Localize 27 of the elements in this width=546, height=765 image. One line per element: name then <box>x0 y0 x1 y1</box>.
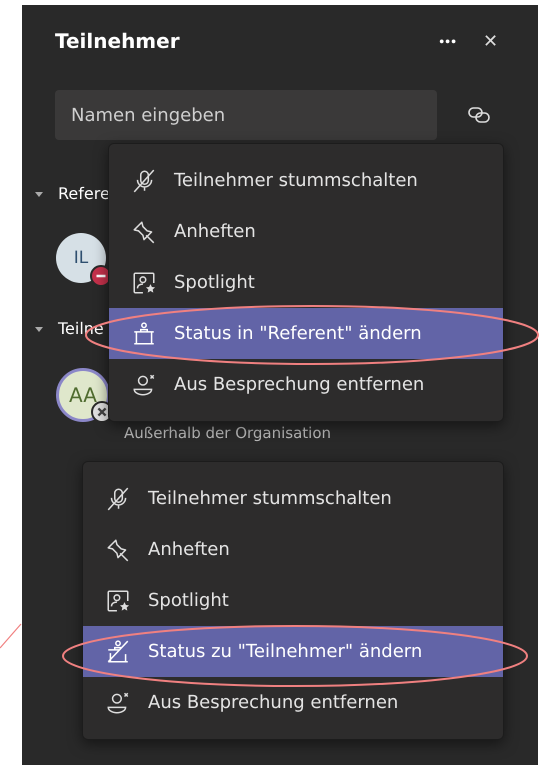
panel-title: Teilnehmer <box>55 29 181 53</box>
menu-item[interactable]: Aus Besprechung entfernen <box>109 359 503 410</box>
menu-item[interactable]: Spotlight <box>109 257 503 308</box>
menu-item[interactable]: Status in "Referent" ändern <box>109 308 503 359</box>
avatar: AA <box>56 368 110 422</box>
menu-item[interactable]: Teilnehmer stummschalten <box>83 473 503 524</box>
annotation-line <box>0 624 22 648</box>
spotlight-icon <box>131 270 157 296</box>
person-remove-icon <box>105 690 131 716</box>
pin-icon <box>131 218 157 244</box>
menu-item[interactable]: Aus Besprechung entfernen <box>83 677 503 728</box>
mute-icon <box>105 486 131 512</box>
menu-item[interactable]: Teilnehmer stummschalten <box>109 155 503 206</box>
person-remove-icon <box>131 372 157 398</box>
section-label: Refere <box>58 184 110 203</box>
menu-item[interactable]: Anheften <box>83 524 503 575</box>
pin-icon <box>105 536 131 562</box>
close-button[interactable]: ✕ <box>483 30 498 52</box>
podium-slash-icon <box>105 638 131 664</box>
mute-icon <box>131 168 157 194</box>
spotlight-icon <box>105 588 131 614</box>
more-options-button[interactable]: ••• <box>439 33 457 49</box>
search-field[interactable]: Namen eingeben <box>55 90 437 140</box>
menu-item[interactable]: Status zu "Teilnehmer" ändern <box>83 626 503 677</box>
menu-item[interactable]: Anheften <box>109 206 503 257</box>
menu-item[interactable]: Spotlight <box>83 575 503 626</box>
person-subtitle: Außerhalb der Organisation <box>124 424 332 442</box>
